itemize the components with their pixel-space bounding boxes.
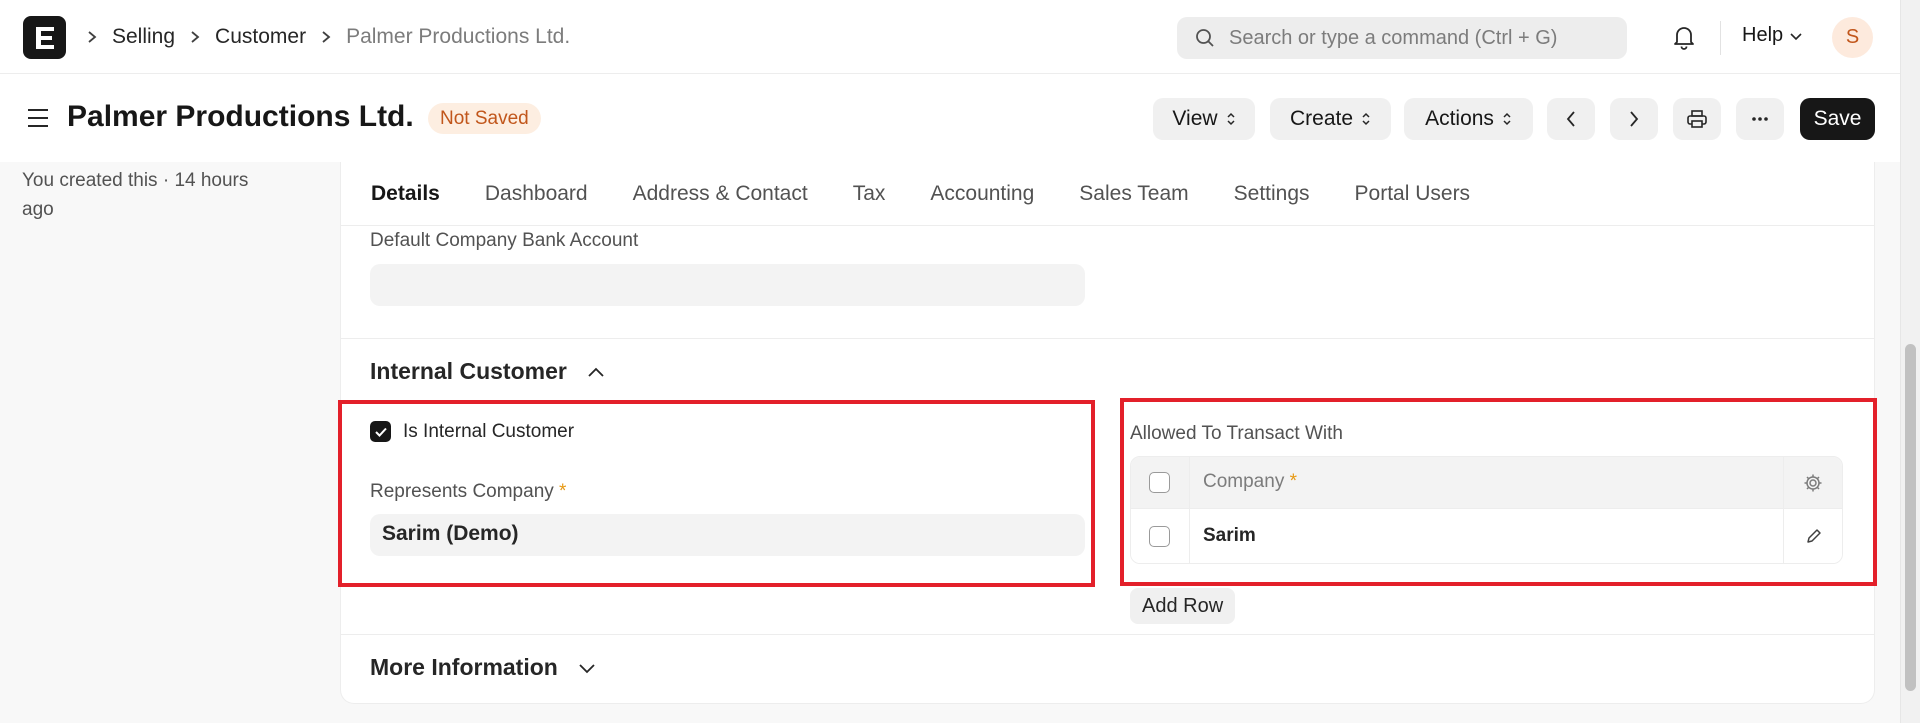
tab-portal-users[interactable]: Portal Users [1355, 182, 1471, 206]
bank-account-input[interactable] [370, 264, 1085, 306]
create-label: Create [1289, 107, 1354, 130]
view-label: View [1172, 107, 1218, 130]
chevron-down-icon [579, 663, 595, 673]
previous-button[interactable] [1547, 98, 1595, 140]
tab-address-contact[interactable]: Address & Contact [633, 182, 808, 206]
tab-dashboard[interactable]: Dashboard [485, 182, 588, 206]
tab-settings[interactable]: Settings [1234, 182, 1310, 206]
sort-icon [1503, 112, 1511, 126]
actions-label: Actions [1425, 107, 1494, 130]
chevron-right-icon [189, 30, 201, 44]
help-menu[interactable]: Help [1742, 24, 1803, 47]
bell-icon[interactable] [1672, 24, 1696, 55]
chevron-up-icon [588, 367, 604, 377]
bank-account-label: Default Company Bank Account [370, 230, 639, 251]
scrollbar-thumb[interactable] [1905, 344, 1916, 691]
breadcrumb: Selling Customer Palmer Productions Ltd. [86, 0, 584, 74]
print-button[interactable] [1673, 98, 1721, 140]
chevron-down-icon [1790, 32, 1802, 40]
search-placeholder: Search or type a command (Ctrl + G) [1229, 26, 1558, 49]
search-icon [1196, 29, 1214, 47]
more-information-section[interactable]: More Information [370, 654, 596, 681]
section-divider [341, 338, 1874, 339]
form-tabs: Details Dashboard Address & Contact Tax … [341, 162, 1874, 226]
next-button[interactable] [1610, 98, 1658, 140]
chevron-right-icon [86, 30, 98, 44]
printer-icon [1687, 110, 1707, 128]
menu-icon[interactable] [26, 107, 50, 134]
highlight-box-internal [338, 400, 1095, 587]
created-info: You created this · 14 hours ago [22, 170, 249, 220]
breadcrumb-customer[interactable]: Customer [215, 25, 306, 49]
avatar[interactable]: S [1832, 17, 1873, 58]
page-title: Palmer Productions Ltd. [67, 100, 414, 133]
breadcrumb-current[interactable]: Palmer Productions Ltd. [346, 25, 570, 49]
add-row-button[interactable]: Add Row [1130, 588, 1236, 624]
more-button[interactable] [1736, 98, 1784, 140]
view-button[interactable]: View [1153, 98, 1255, 140]
logo-e-icon [35, 26, 54, 49]
tab-sales-team[interactable]: Sales Team [1079, 182, 1188, 206]
sort-icon [1362, 112, 1370, 126]
more-information-title: More Information [370, 654, 558, 680]
app-logo[interactable] [23, 16, 66, 59]
save-button[interactable]: Save [1800, 98, 1875, 140]
section-divider [341, 634, 1874, 635]
internal-customer-title: Internal Customer [370, 358, 567, 384]
sort-icon [1227, 112, 1235, 126]
create-button[interactable]: Create [1270, 98, 1391, 140]
search-input[interactable]: Search or type a command (Ctrl + G) [1177, 17, 1627, 59]
tab-accounting[interactable]: Accounting [930, 182, 1034, 206]
top-navbar: Selling Customer Palmer Productions Ltd.… [0, 0, 1900, 74]
page-scrollbar[interactable] [1900, 0, 1920, 723]
navbar-divider [1720, 21, 1721, 55]
chevron-left-icon [1566, 111, 1575, 127]
chevron-right-icon [1630, 111, 1639, 127]
page-header: Palmer Productions Ltd. Not Saved View C… [0, 74, 1900, 162]
internal-customer-section[interactable]: Internal Customer [370, 358, 605, 385]
breadcrumb-selling[interactable]: Selling [112, 25, 175, 49]
actions-button[interactable]: Actions [1404, 98, 1533, 140]
more-horizontal-icon [1752, 117, 1768, 121]
chevron-right-icon [320, 30, 332, 44]
help-label: Help [1742, 24, 1784, 46]
tab-details[interactable]: Details [371, 182, 440, 206]
highlight-box-allowed [1120, 398, 1877, 586]
tab-tax[interactable]: Tax [853, 182, 886, 206]
status-badge: Not Saved [428, 103, 541, 134]
